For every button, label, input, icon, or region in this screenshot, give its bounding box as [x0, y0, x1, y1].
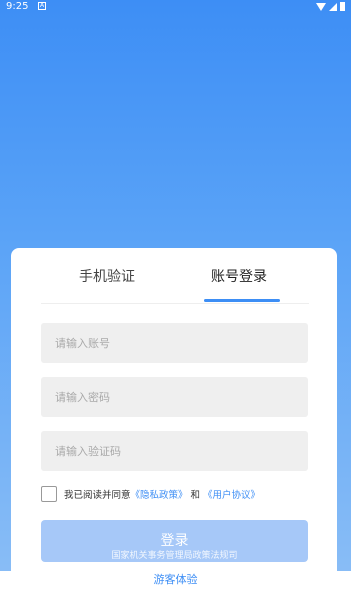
tab-phone-verify[interactable]: 手机验证 — [79, 266, 135, 286]
notification-icon: A — [38, 2, 46, 10]
active-tab-indicator — [204, 299, 280, 302]
tab-account-login[interactable]: 账号登录 — [211, 266, 267, 286]
login-button[interactable]: 登录 国家机关事务管理局政策法规司 — [41, 520, 308, 562]
captcha-input[interactable] — [41, 431, 308, 471]
guest-experience-link[interactable]: 游客体验 — [0, 571, 351, 591]
user-agreement-link[interactable]: 《用户协议》 — [203, 487, 260, 501]
agreement-checkbox[interactable] — [41, 486, 57, 502]
login-footer-text: 国家机关事务管理局政策法规司 — [111, 551, 238, 561]
password-input[interactable] — [41, 377, 308, 417]
status-icons — [316, 2, 345, 11]
status-time: 9:25 — [6, 1, 29, 12]
agreement-prefix: 我已阅读并同意 — [64, 490, 131, 501]
login-button-label: 登录 — [160, 533, 189, 549]
login-card: 手机验证 账号登录 我已阅读并同意 《隐私政策》 和 《用户协议》 登录 国家机… — [11, 248, 337, 591]
battery-icon — [340, 2, 345, 11]
agreement-and: 和 — [190, 490, 201, 501]
account-input[interactable] — [41, 323, 308, 363]
privacy-policy-link[interactable]: 《隐私政策》 — [131, 487, 188, 501]
agreement-row: 我已阅读并同意 《隐私政策》 和 《用户协议》 — [41, 484, 260, 504]
status-bar: 9:25 A — [0, 0, 351, 14]
signal-icon — [329, 2, 337, 11]
wifi-icon — [316, 2, 326, 11]
login-tabs: 手机验证 账号登录 — [41, 248, 309, 304]
